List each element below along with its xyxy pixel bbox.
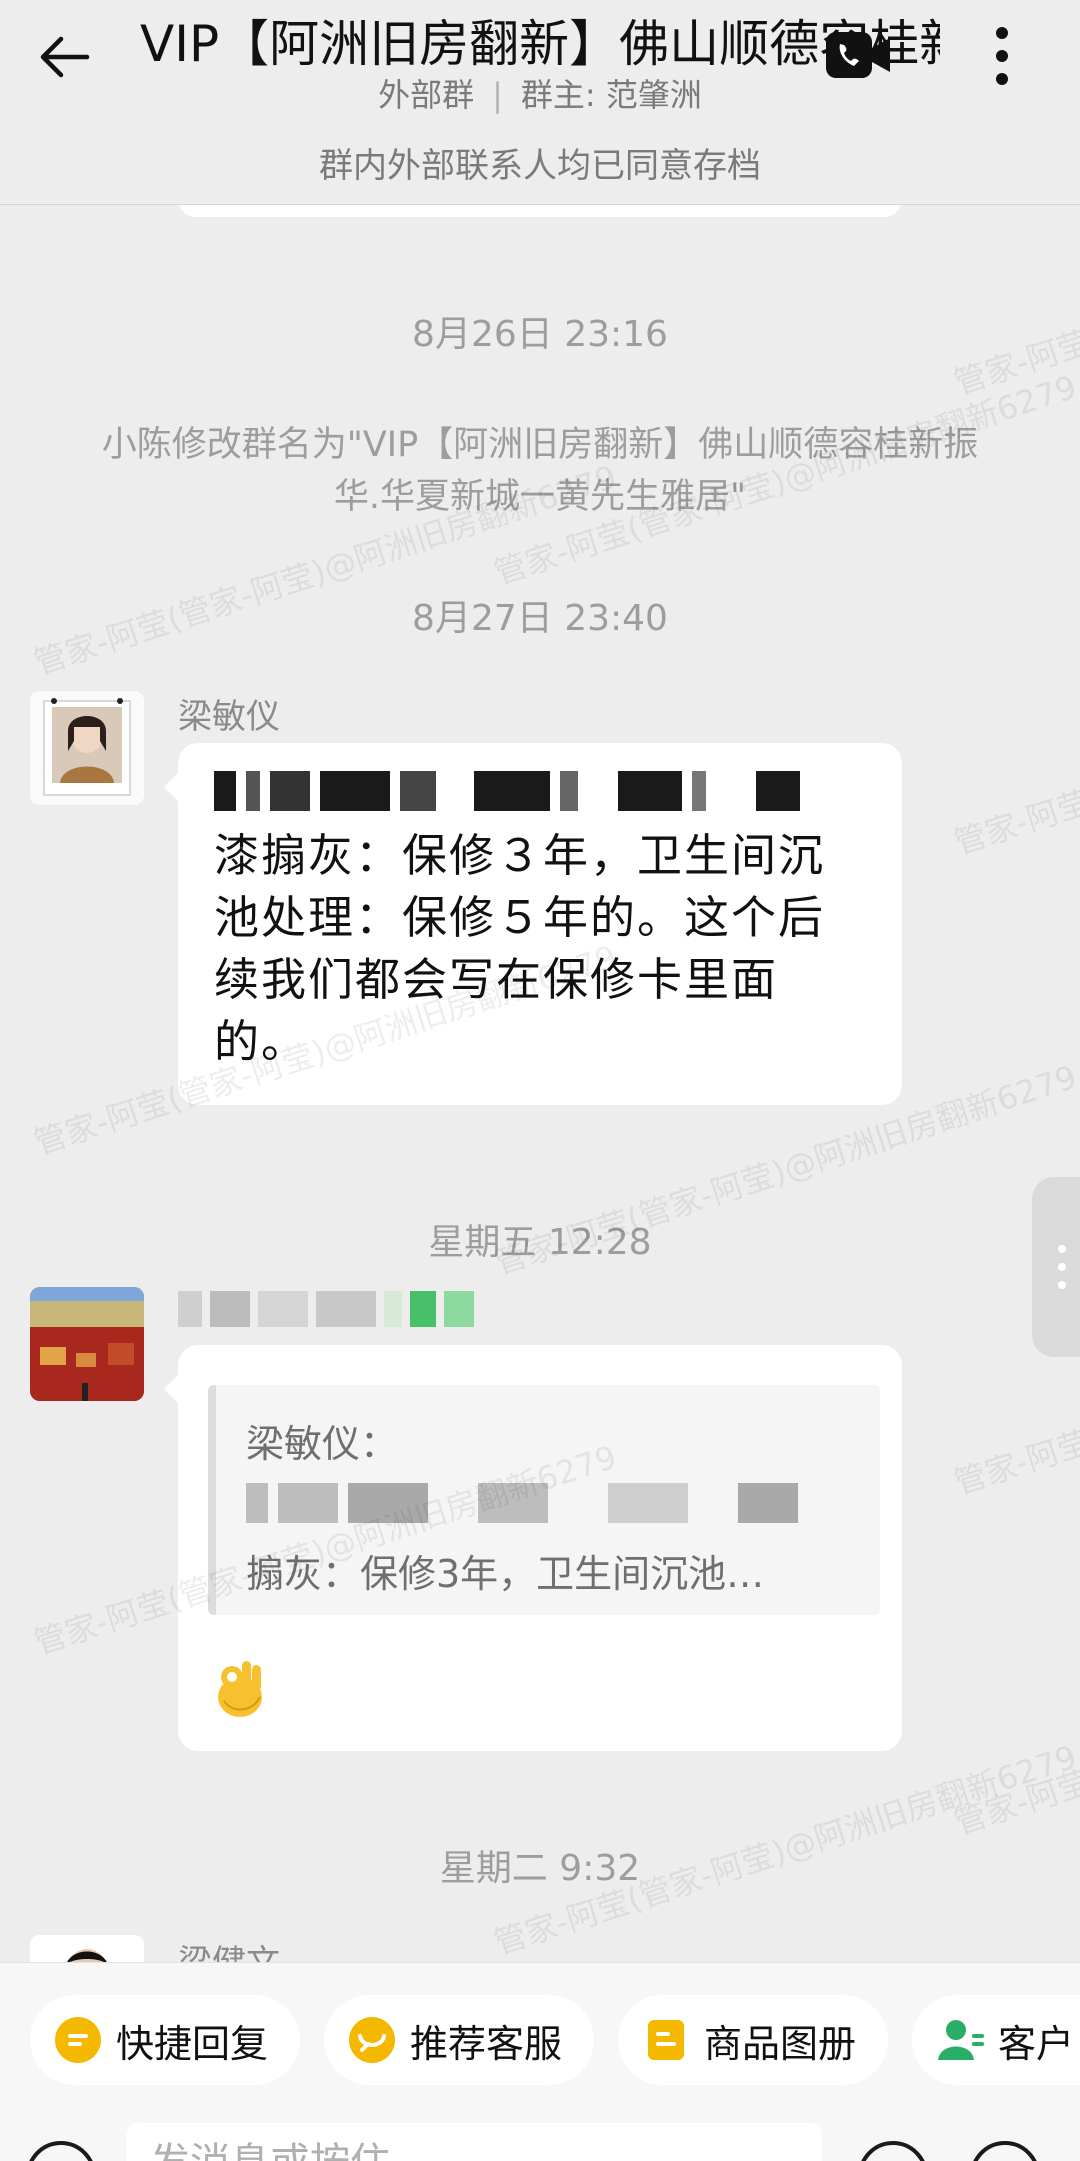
ok-hand-emoji — [218, 1661, 262, 1717]
previous-message-bubble[interactable] — [178, 205, 902, 217]
group-owner-label: 群主: 范肇洲 — [520, 76, 702, 114]
chat-header: VIP【阿洲旧房翻新】佛山顺德容桂新振华.华夏新城一黄先生雅居 外部群 | 群主: … — [0, 0, 1080, 205]
meta-divider: | — [492, 76, 503, 114]
side-panel-handle[interactable] — [1032, 1177, 1080, 1357]
avatar[interactable] — [30, 691, 144, 805]
quoted-text: 搧灰：保修3年，卫生间沉池… — [246, 1552, 765, 1596]
redacted-quote-text — [246, 1483, 798, 1523]
back-button[interactable] — [30, 22, 100, 92]
avatar-person-icon — [30, 1935, 144, 1963]
avatar-photo-icon — [30, 691, 144, 805]
timestamp: 8月27日 23:40 — [412, 598, 668, 639]
avatar[interactable] — [30, 1287, 144, 1401]
customer-service-icon — [349, 2017, 395, 2063]
avatar-blurred-icon — [30, 1287, 144, 1401]
customer-chip[interactable]: 客户 — [912, 1995, 1080, 2085]
group-name: VIP【阿洲旧房翻新】佛山顺德容桂新振华.华夏新城一黄先生雅居 — [140, 15, 940, 73]
handle-dot — [1058, 1281, 1066, 1289]
archive-notice: 群内外部联系人均已同意存档 — [319, 146, 761, 186]
message-text: 漆搧灰：保修３年，卫生间沉池处理：保修５年的。这个后续我们都会写在保修卡里面的。 — [214, 829, 826, 1068]
chip-label: 快捷回复 — [116, 2021, 269, 2066]
chat-messages[interactable]: 8月26日 23:16 小陈修改群名为"VIP【阿洲旧房翻新】佛山顺德容桂新振华… — [0, 205, 1080, 1963]
chip-label: 推荐客服 — [410, 2021, 563, 2066]
sender-name: 梁敏仪 — [178, 697, 280, 737]
more-vertical-icon — [996, 27, 1008, 85]
avatar[interactable] — [30, 1935, 144, 1963]
sender-name: 梁健文 — [178, 1943, 280, 1963]
redacted-sender-name — [178, 1291, 474, 1327]
message-bubble[interactable]: 漆搧灰：保修３年，卫生间沉池处理：保修５年的。这个后续我们都会写在保修卡里面的。 — [164, 743, 902, 1105]
system-message-rename: 小陈修改群名为"VIP【阿洲旧房翻新】佛山顺德容桂新振华.华夏新城一黄先生雅居" — [101, 425, 979, 517]
customer-icon — [938, 2020, 984, 2060]
quick-reply-icon — [55, 2017, 101, 2063]
message-bubble[interactable]: 梁敏仪： 搧灰：保修3年，卫生间沉池… — [164, 1345, 902, 1751]
group-type-label: 外部群 — [378, 76, 475, 114]
group-meta: 外部群 | 群主: 范肇洲 — [140, 70, 940, 116]
voice-input-button[interactable] — [26, 2141, 96, 2161]
more-actions-button[interactable] — [970, 2141, 1040, 2161]
message-input[interactable] — [126, 2123, 822, 2161]
recommend-service-chip[interactable]: 推荐客服 — [324, 1995, 594, 2085]
chip-label: 商品图册 — [704, 2021, 857, 2066]
back-arrow-icon — [40, 36, 90, 78]
watermark: 管家-阿莹(管家-阿莹)@阿洲旧房翻新6279 — [949, 1617, 1080, 1843]
watermark: 管家-阿莹(管家-阿莹)@阿洲旧房翻新6279 — [949, 637, 1080, 863]
quick-reply-chip[interactable]: 快捷回复 — [30, 1995, 300, 2085]
timestamp: 星期五 12:28 — [428, 1222, 652, 1263]
catalog-icon — [648, 2020, 684, 2060]
timestamp: 8月26日 23:16 — [412, 314, 668, 355]
group-title[interactable]: VIP【阿洲旧房翻新】佛山顺德容桂新振华.华夏新城一黄先生雅居 — [140, 4, 940, 76]
video-call-icon — [826, 32, 890, 78]
quoted-message[interactable]: 梁敏仪： 搧灰：保修3年，卫生间沉池… — [208, 1385, 880, 1615]
product-catalog-chip[interactable]: 商品图册 — [618, 1995, 888, 2085]
emoji-button[interactable] — [858, 2141, 928, 2161]
chip-label: 客户 — [998, 2021, 1075, 2066]
redacted-text — [214, 763, 800, 819]
bottom-toolbar: 快捷回复 推荐客服 商品图册 客户 — [0, 1962, 1080, 2161]
timestamp: 星期二 9:32 — [439, 1848, 641, 1889]
video-call-button[interactable] — [826, 28, 892, 82]
quoted-sender: 梁敏仪： — [246, 1422, 399, 1466]
more-options-button[interactable] — [982, 24, 1022, 88]
